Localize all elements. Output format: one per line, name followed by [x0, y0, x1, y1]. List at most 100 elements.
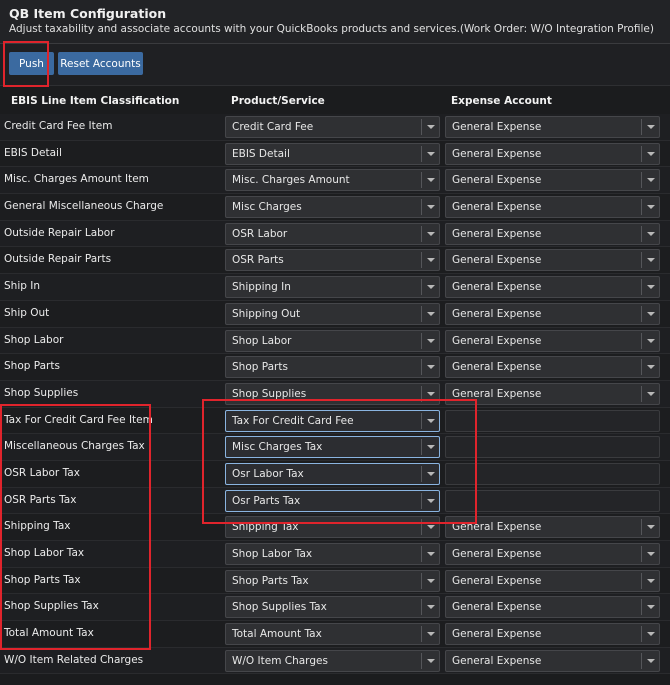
chevron-down-icon[interactable]	[421, 439, 439, 456]
expense-account-select[interactable]: General Expense	[445, 649, 660, 672]
chevron-down-icon[interactable]	[641, 652, 659, 669]
expense-account-value: General Expense	[452, 387, 542, 400]
chevron-down-icon[interactable]	[641, 305, 659, 322]
expense-account-select[interactable]: General Expense	[445, 356, 660, 379]
chevron-down-icon[interactable]	[421, 225, 439, 242]
expense-account-select[interactable]: General Expense	[445, 142, 660, 165]
product-service-select[interactable]: Shop Supplies Tax	[225, 596, 440, 619]
chevron-down-icon[interactable]	[641, 519, 659, 536]
expense-account-select[interactable]: General Expense	[445, 276, 660, 299]
product-service-value: Shop Labor	[232, 334, 292, 347]
chevron-down-icon[interactable]	[641, 119, 659, 135]
product-service-select[interactable]: Shipping In	[225, 276, 440, 299]
expense-account-select[interactable]: General Expense	[445, 329, 660, 352]
chevron-down-icon[interactable]	[421, 172, 439, 189]
chevron-down-icon[interactable]	[641, 359, 659, 376]
table-row: Shop Parts Shop Parts General Expense	[0, 354, 670, 381]
expense-account-select[interactable]: General Expense	[445, 116, 660, 138]
chevron-down-icon[interactable]	[641, 252, 659, 269]
row-classification-label: Shop Supplies Tax	[4, 600, 99, 613]
product-service-select[interactable]: W/O Item Charges	[225, 649, 440, 672]
expense-account-select[interactable]	[445, 489, 660, 512]
row-classification-label: Outside Repair Parts	[4, 253, 112, 266]
product-service-select[interactable]: Shop Supplies	[225, 382, 440, 405]
product-service-value: Shop Parts	[232, 361, 288, 374]
chevron-down-icon[interactable]	[421, 279, 439, 296]
table-row: Outside Repair Labor OSR Labor General Exp…	[0, 220, 670, 248]
product-service-select[interactable]: Tax For Credit Card Fee	[225, 409, 440, 432]
product-service-value: Shop Supplies	[232, 387, 307, 400]
chevron-down-icon[interactable]	[421, 199, 439, 216]
chevron-down-icon[interactable]	[641, 599, 659, 616]
row-classification-label: Shop Parts	[4, 360, 60, 373]
product-service-select[interactable]: Credit Card Fee	[225, 116, 440, 138]
table-row: Credit Card Fee Item Credit Card Fee Gener…	[0, 114, 670, 141]
row-classification-label: OSR Parts Tax	[4, 493, 77, 506]
table-row: Miscellaneous Charges Tax Misc Charges Ta…	[0, 434, 670, 461]
expense-account-select[interactable]: General Expense	[445, 543, 660, 565]
chevron-down-icon[interactable]	[641, 385, 659, 402]
product-service-select[interactable]: Shop Labor	[225, 329, 440, 352]
expense-account-select[interactable]: General Expense	[445, 249, 660, 272]
product-service-select[interactable]: EBIS Detail	[225, 142, 440, 165]
chevron-down-icon[interactable]	[421, 572, 439, 589]
chevron-down-icon[interactable]	[421, 252, 439, 269]
product-service-select[interactable]: Shipping Tax	[225, 516, 440, 539]
chevron-down-icon[interactable]	[421, 492, 439, 509]
chevron-down-icon[interactable]	[641, 546, 659, 562]
chevron-down-icon[interactable]	[421, 119, 439, 135]
expense-account-select[interactable]: General Expense	[445, 222, 660, 245]
chevron-down-icon[interactable]	[641, 332, 659, 349]
chevron-down-icon[interactable]	[421, 546, 439, 562]
chevron-down-icon[interactable]	[641, 172, 659, 189]
chevron-down-icon[interactable]	[421, 359, 439, 376]
product-service-select[interactable]: Shop Parts	[225, 356, 440, 379]
chevron-down-icon[interactable]	[641, 199, 659, 216]
expense-account-value: General Expense	[452, 281, 542, 294]
product-service-select[interactable]: Misc. Charges Amount	[225, 169, 440, 192]
product-service-select[interactable]: Misc Charges Tax	[225, 436, 440, 459]
chevron-down-icon[interactable]	[421, 652, 439, 669]
table-row: Total Amount Tax Total Amount Tax General …	[0, 621, 670, 648]
chevron-down-icon[interactable]	[421, 145, 439, 162]
table-row: W/O Item Related Charges W/O Item Charges…	[0, 647, 670, 675]
chevron-down-icon[interactable]	[421, 332, 439, 349]
expense-account-select[interactable]	[445, 462, 660, 485]
chevron-down-icon[interactable]	[641, 572, 659, 589]
expense-account-value: General Expense	[452, 548, 542, 560]
expense-account-select[interactable]: General Expense	[445, 196, 660, 219]
chevron-down-icon[interactable]	[421, 465, 439, 482]
expense-account-select[interactable]: General Expense	[445, 569, 660, 592]
expense-account-select[interactable]: General Expense	[445, 623, 660, 646]
product-service-select[interactable]: Osr Parts Tax	[225, 489, 440, 512]
chevron-down-icon[interactable]	[641, 626, 659, 643]
table-row: Shop Labor Shop Labor General Expense	[0, 327, 670, 355]
product-service-select[interactable]: Shop Labor Tax	[225, 543, 440, 565]
product-service-value: Misc Charges Tax	[232, 441, 323, 454]
product-service-select[interactable]: Shipping Out	[225, 302, 440, 325]
chevron-down-icon[interactable]	[421, 519, 439, 536]
chevron-down-icon[interactable]	[641, 145, 659, 162]
chevron-down-icon[interactable]	[421, 412, 439, 429]
expense-account-select[interactable]	[445, 409, 660, 432]
push-button[interactable]: Push	[9, 52, 54, 75]
product-service-select[interactable]: OSR Labor	[225, 222, 440, 245]
expense-account-select[interactable]: General Expense	[445, 382, 660, 405]
product-service-select[interactable]: Shop Parts Tax	[225, 569, 440, 592]
expense-account-select[interactable]	[445, 436, 660, 459]
chevron-down-icon[interactable]	[421, 599, 439, 616]
expense-account-select[interactable]: General Expense	[445, 516, 660, 539]
chevron-down-icon[interactable]	[421, 626, 439, 643]
chevron-down-icon[interactable]	[641, 225, 659, 242]
expense-account-select[interactable]: General Expense	[445, 302, 660, 325]
chevron-down-icon[interactable]	[421, 385, 439, 402]
product-service-select[interactable]: Misc Charges	[225, 196, 440, 219]
chevron-down-icon[interactable]	[421, 305, 439, 322]
product-service-select[interactable]: Osr Labor Tax	[225, 462, 440, 485]
expense-account-select[interactable]: General Expense	[445, 169, 660, 192]
product-service-select[interactable]: OSR Parts	[225, 249, 440, 272]
product-service-select[interactable]: Total Amount Tax	[225, 623, 440, 646]
expense-account-select[interactable]: General Expense	[445, 596, 660, 619]
reset-accounts-button[interactable]: Reset Accounts	[58, 52, 143, 75]
chevron-down-icon[interactable]	[641, 279, 659, 296]
